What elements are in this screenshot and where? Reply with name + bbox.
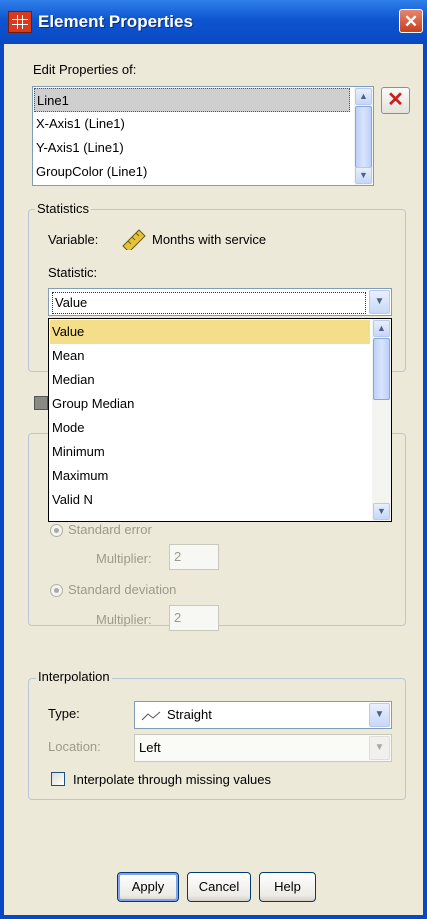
- standard-error-label: Standard error: [68, 522, 152, 537]
- help-button[interactable]: Help: [259, 872, 316, 902]
- scroll-down-arrow-icon[interactable]: ▼: [355, 167, 372, 184]
- scroll-down-arrow-icon[interactable]: ▼: [373, 503, 390, 520]
- standard-error-radio[interactable]: [50, 524, 63, 537]
- scroll-up-arrow-icon[interactable]: ▲: [373, 320, 390, 337]
- location-select[interactable]: Left ▼: [134, 734, 392, 762]
- edit-properties-label: Edit Properties of:: [33, 62, 137, 77]
- ruler-icon: [122, 229, 146, 250]
- window-title: Element Properties: [38, 12, 193, 31]
- variable-value: Months with service: [152, 232, 267, 247]
- option-valid-n[interactable]: Valid N: [50, 488, 370, 512]
- list-item-line1[interactable]: Line1: [34, 88, 350, 112]
- interpolate-missing-checkbox[interactable]: [51, 772, 65, 786]
- sd-multiplier-label: Multiplier:: [96, 612, 152, 627]
- scroll-thumb[interactable]: [373, 338, 390, 400]
- edit-properties-list[interactable]: Line1 X-Axis1 (Line1) Y-Axis1 (Line1) Gr…: [32, 86, 374, 186]
- chevron-down-icon[interactable]: ▼: [369, 290, 390, 314]
- statistic-label: Statistic:: [48, 265, 98, 280]
- title-bar: Element Properties ✕: [0, 0, 427, 44]
- chevron-down-icon[interactable]: ▼: [369, 736, 390, 760]
- interpolation-legend: Interpolation: [36, 669, 112, 684]
- sd-multiplier-input[interactable]: 2: [169, 605, 219, 631]
- statistic-select[interactable]: Value ▼: [48, 288, 392, 316]
- apply-button[interactable]: Apply: [117, 872, 179, 902]
- option-minimum[interactable]: Minimum: [50, 440, 370, 464]
- variable-label: Variable:: [48, 232, 99, 247]
- scroll-up-arrow-icon[interactable]: ▲: [355, 88, 372, 105]
- standard-deviation-label: Standard deviation: [68, 582, 177, 597]
- list-item-x-axis[interactable]: X-Axis1 (Line1): [34, 112, 352, 136]
- location-label: Location:: [48, 739, 101, 754]
- type-label: Type:: [48, 706, 80, 721]
- statistic-dropdown-list[interactable]: Value Mean Median Group Median Mode Mini…: [48, 318, 392, 522]
- location-value: Left: [139, 740, 161, 755]
- se-multiplier-input[interactable]: 2: [169, 544, 219, 570]
- interpolation-type-select[interactable]: Straight ▼: [134, 701, 392, 729]
- option-median[interactable]: Median: [50, 368, 370, 392]
- dropdown-scrollbar[interactable]: ▲ ▼: [372, 319, 391, 521]
- delete-element-button[interactable]: ✕: [381, 87, 410, 114]
- option-mean[interactable]: Mean: [50, 344, 370, 368]
- option-maximum[interactable]: Maximum: [50, 464, 370, 488]
- close-window-button[interactable]: ✕: [399, 9, 423, 33]
- interpolate-missing-label: Interpolate through missing values: [73, 772, 272, 787]
- scroll-thumb[interactable]: [355, 106, 372, 168]
- option-group-median[interactable]: Group Median: [50, 392, 370, 416]
- statistics-legend: Statistics: [35, 201, 92, 216]
- cancel-button[interactable]: Cancel: [187, 872, 251, 902]
- list-item-y-axis[interactable]: Y-Axis1 (Line1): [34, 136, 352, 160]
- option-mode[interactable]: Mode: [50, 416, 370, 440]
- standard-deviation-radio[interactable]: [50, 584, 63, 597]
- se-multiplier-label: Multiplier:: [96, 551, 152, 566]
- list-item-groupcolor[interactable]: GroupColor (Line1): [34, 160, 352, 184]
- chevron-down-icon[interactable]: ▼: [369, 703, 390, 727]
- option-value[interactable]: Value: [50, 320, 370, 344]
- straight-line-icon: [141, 711, 161, 721]
- interpolation-type-value: Straight: [167, 707, 212, 722]
- app-table-icon: [8, 11, 32, 33]
- display-error-bars-checkbox[interactable]: [34, 396, 48, 410]
- list-scrollbar[interactable]: ▲ ▼: [354, 87, 373, 185]
- statistic-select-value: Value: [52, 292, 366, 314]
